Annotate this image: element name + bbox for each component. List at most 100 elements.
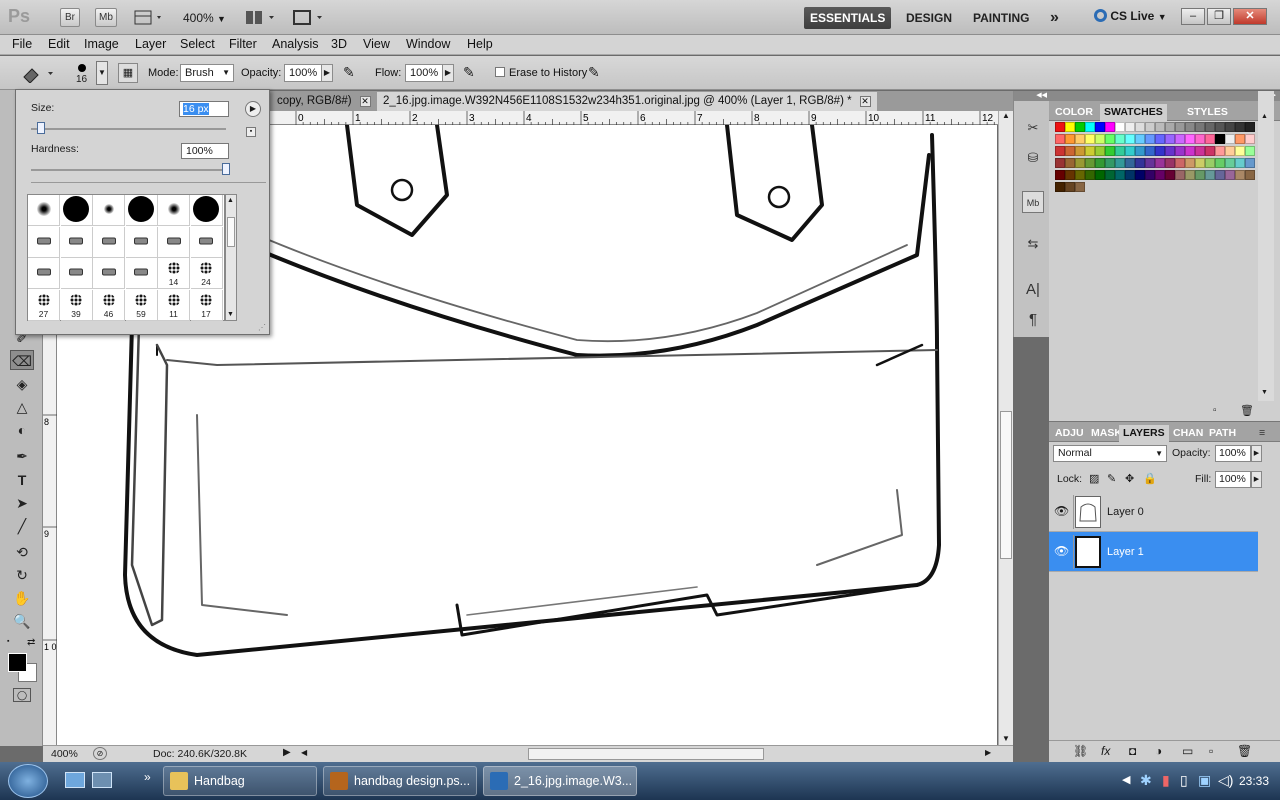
status-menu-arrow-icon[interactable]: ▶	[283, 747, 291, 758]
color-swatch[interactable]	[1175, 134, 1185, 144]
type-tool-icon[interactable]: T	[10, 470, 34, 490]
brush-preset-16[interactable]: 14	[158, 258, 190, 289]
color-swatch[interactable]	[1235, 170, 1245, 180]
color-swatch[interactable]	[1175, 158, 1185, 168]
color-swatch[interactable]	[1245, 170, 1255, 180]
arrange-documents-dropdown[interactable]	[244, 9, 278, 26]
brush-preset-15[interactable]	[125, 258, 158, 289]
menu-select[interactable]: Select	[180, 37, 215, 51]
lock-position-icon[interactable]: ✥	[1125, 472, 1134, 485]
color-swatch[interactable]	[1055, 158, 1065, 168]
new-preset-icon[interactable]: ▪	[246, 127, 256, 137]
paint-bucket-tool-icon[interactable]: ◈	[10, 374, 34, 394]
brush-presets-icon[interactable]: ⇆	[1022, 233, 1044, 255]
color-swatch[interactable]	[1215, 134, 1225, 144]
3d-orbit-tool-icon[interactable]: ↻	[10, 565, 34, 585]
color-swatch[interactable]	[1105, 122, 1115, 132]
new-group-icon[interactable]: ▭	[1182, 744, 1193, 758]
show-desktop-icon[interactable]	[65, 772, 85, 788]
color-swatch[interactable]	[1195, 170, 1205, 180]
color-swatch[interactable]	[1175, 146, 1185, 156]
brush-panel-toggle-icon[interactable]: ▦	[118, 63, 138, 83]
color-swatch[interactable]	[1165, 146, 1175, 156]
color-swatch[interactable]	[1185, 158, 1195, 168]
vertical-scrollbar[interactable]: ▲ ▼	[998, 111, 1013, 745]
brush-preset-18[interactable]: 27	[28, 289, 60, 321]
color-swatch[interactable]	[1185, 146, 1195, 156]
color-swatch[interactable]	[1245, 122, 1255, 132]
tray-display-icon[interactable]: ▣	[1198, 772, 1211, 789]
brush-preset-8[interactable]	[93, 226, 125, 258]
color-swatch[interactable]	[1215, 122, 1225, 132]
color-swatch[interactable]	[1065, 134, 1075, 144]
color-swatch[interactable]	[1185, 134, 1195, 144]
color-swatch[interactable]	[1225, 122, 1235, 132]
tab-channels[interactable]: CHAN	[1169, 425, 1207, 442]
scrollbar-thumb[interactable]	[227, 217, 235, 247]
brush-preset-23[interactable]: 17	[190, 289, 223, 321]
color-swatch[interactable]	[1195, 134, 1205, 144]
trash-icon[interactable]: 🗑	[1240, 404, 1254, 417]
brush-preset-2[interactable]	[93, 195, 125, 226]
default-colors-icon[interactable]: ▪	[7, 638, 15, 646]
chevron-down-icon[interactable]: ▼	[1002, 734, 1010, 743]
color-swatch[interactable]	[1135, 158, 1145, 168]
color-swatch[interactable]	[1125, 158, 1135, 168]
color-swatch[interactable]	[1155, 146, 1165, 156]
brush-preset-14[interactable]	[93, 258, 125, 289]
color-swatch[interactable]	[1225, 170, 1235, 180]
color-swatch[interactable]	[1145, 158, 1155, 168]
start-button[interactable]	[8, 764, 48, 798]
color-swatch[interactable]	[1105, 134, 1115, 144]
color-swatch[interactable]	[1175, 170, 1185, 180]
tab-handbag-copy[interactable]: copy, RGB/8#) ✕	[271, 92, 377, 111]
3d-rotate-tool-icon[interactable]: ⟲	[10, 542, 34, 562]
swap-colors-icon[interactable]: ⇄	[27, 637, 35, 648]
color-swatch[interactable]	[1235, 134, 1245, 144]
switch-windows-icon[interactable]	[92, 772, 112, 788]
color-swatch[interactable]	[1225, 158, 1235, 168]
color-swatch[interactable]	[1155, 158, 1165, 168]
size-slider[interactable]	[31, 128, 226, 130]
hardness-slider-thumb[interactable]	[222, 163, 230, 175]
brush-preset-10[interactable]	[158, 226, 190, 258]
brush-preset-11[interactable]	[190, 226, 223, 258]
layer-style-icon[interactable]: fx	[1101, 744, 1110, 758]
color-swatch[interactable]	[1095, 134, 1105, 144]
color-swatch[interactable]	[1085, 122, 1095, 132]
color-swatch[interactable]	[1065, 182, 1075, 192]
brush-preset-19[interactable]: 39	[60, 289, 93, 321]
color-swatch[interactable]	[1125, 170, 1135, 180]
bridge-button[interactable]: Br	[60, 8, 80, 27]
dodge-tool-icon[interactable]: ◐	[10, 420, 34, 440]
layer-row-layer-0[interactable]: 👁 Layer 0	[1049, 492, 1258, 532]
preset-scrollbar[interactable]: ▲ ▼	[225, 194, 237, 321]
tray-overflow-icon[interactable]: ◀	[1122, 773, 1130, 786]
color-swatch[interactable]	[1135, 122, 1145, 132]
color-swatch[interactable]	[1075, 170, 1085, 180]
tab-styles[interactable]: STYLES	[1183, 104, 1232, 121]
pen-tool-icon[interactable]: ✒	[10, 446, 34, 466]
tray-power-icon[interactable]: ▯	[1180, 772, 1188, 789]
color-swatch[interactable]	[1085, 170, 1095, 180]
color-swatch[interactable]	[1245, 158, 1255, 168]
brush-preset-1[interactable]	[60, 195, 93, 226]
color-swatch[interactable]	[1205, 170, 1215, 180]
minimize-button[interactable]: –	[1181, 8, 1205, 25]
color-swatch[interactable]	[1085, 146, 1095, 156]
color-swatch[interactable]	[1175, 122, 1185, 132]
color-swatch[interactable]	[1205, 122, 1215, 132]
workspace-essentials[interactable]: ESSENTIALS	[804, 7, 892, 29]
color-swatch[interactable]	[1105, 146, 1115, 156]
paragraph-icon[interactable]: ¶	[1022, 309, 1044, 331]
brush-preset-17[interactable]: 24	[190, 258, 223, 289]
workspace-overflow-button[interactable]: »	[1044, 7, 1065, 29]
hardness-input[interactable]: 100%	[181, 143, 229, 159]
airbrush-icon[interactable]: ✎	[343, 64, 363, 82]
tool-presets-icon[interactable]: ✂	[1022, 117, 1044, 139]
tray-network-icon[interactable]: ✱	[1140, 772, 1152, 789]
hardness-slider[interactable]	[31, 169, 226, 171]
resize-grip-icon[interactable]: ⋰	[258, 323, 266, 332]
tray-volume-icon[interactable]: ◁)	[1218, 772, 1233, 789]
swatches-scrollbar[interactable]: ▲ ▼	[1258, 91, 1274, 401]
